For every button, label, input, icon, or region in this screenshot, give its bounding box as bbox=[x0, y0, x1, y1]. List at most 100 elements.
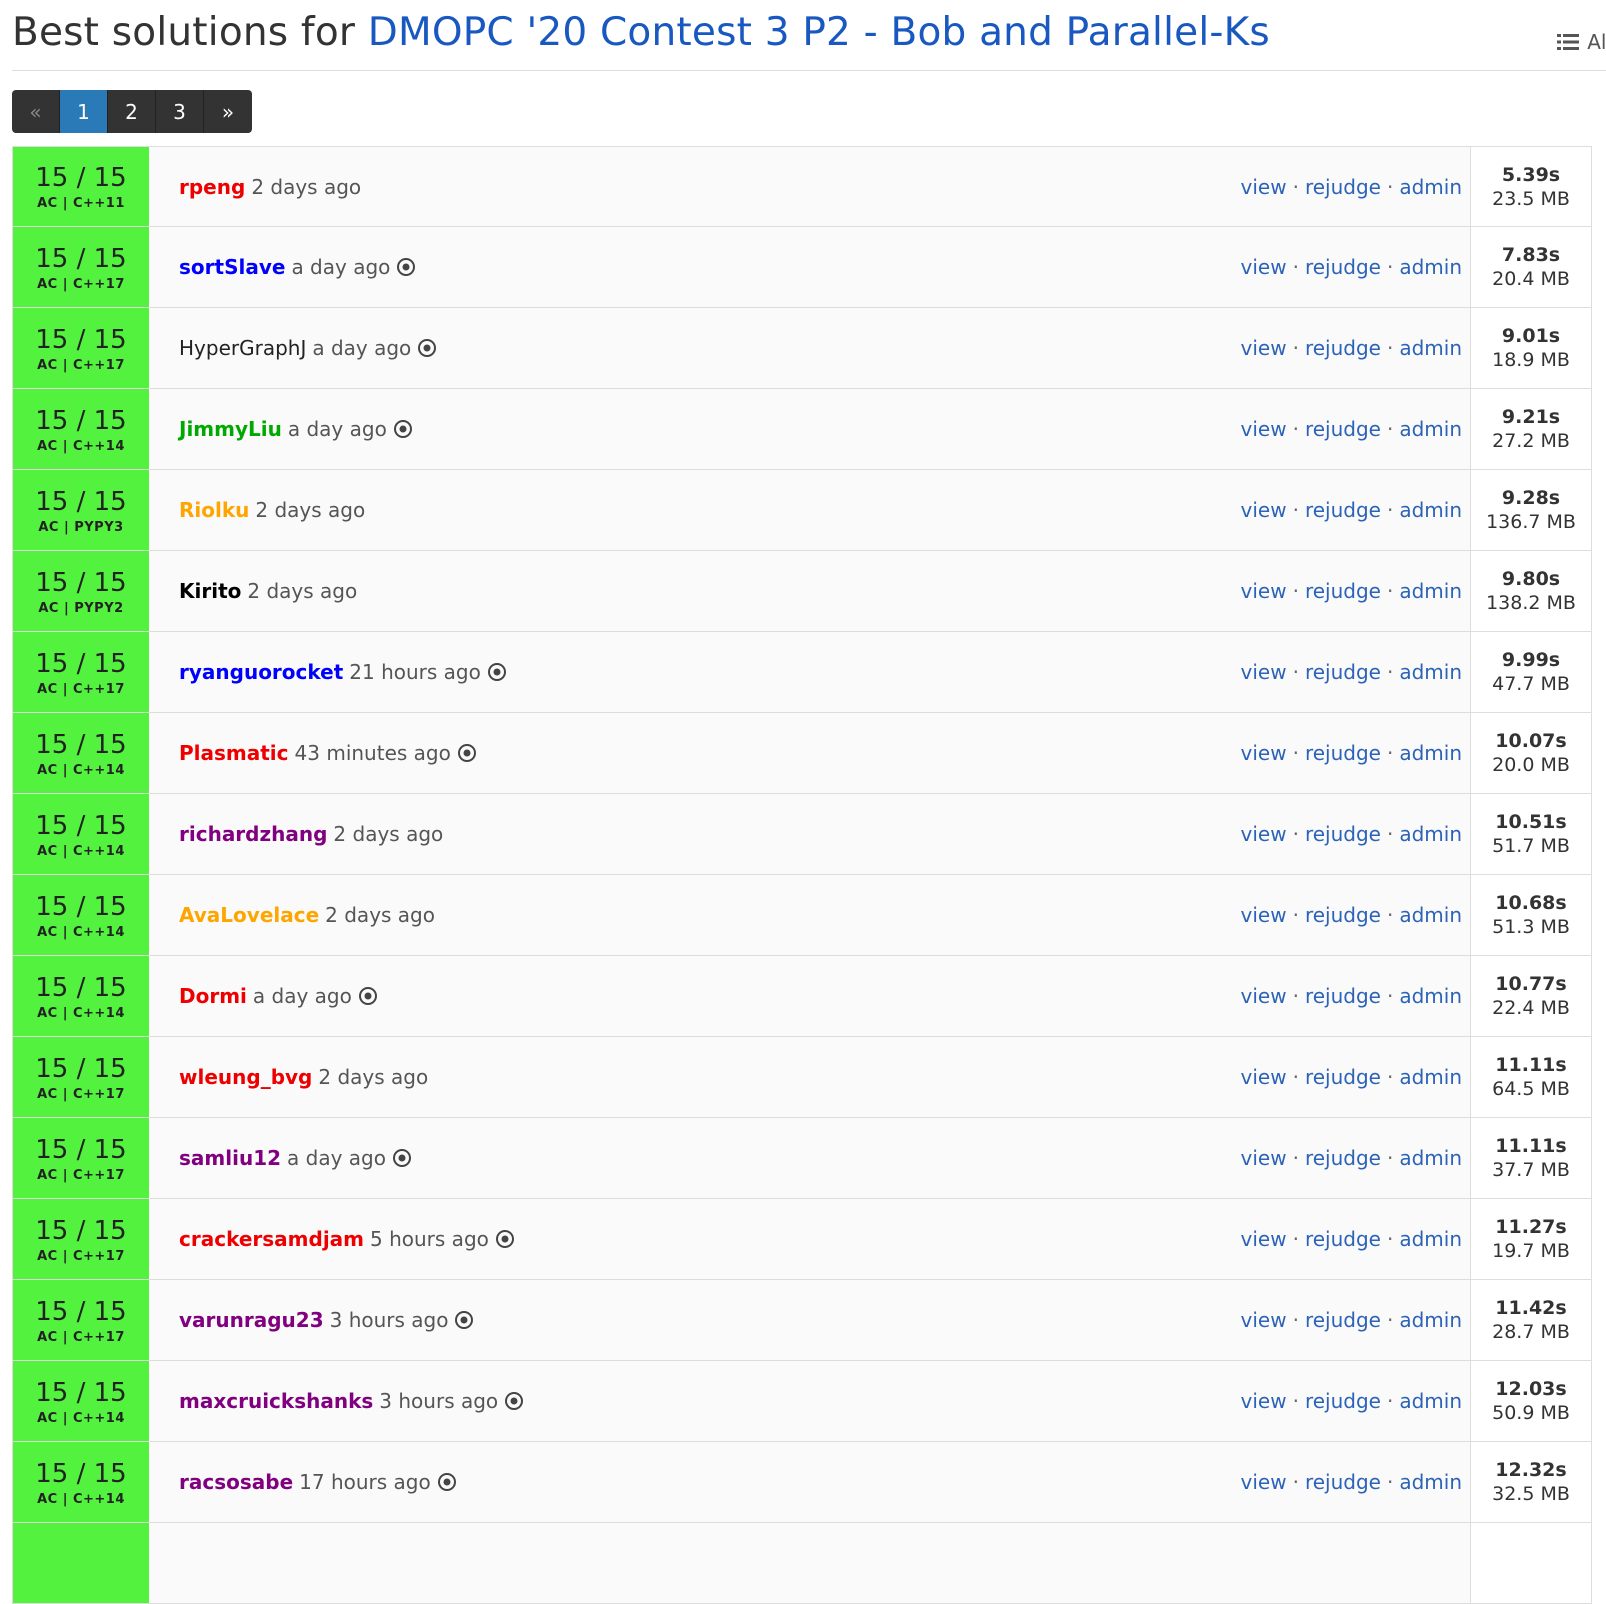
user-link[interactable]: HyperGraphJ bbox=[179, 336, 306, 360]
pagination-prev-button[interactable]: « bbox=[12, 90, 60, 133]
rejudge-link[interactable]: rejudge bbox=[1305, 175, 1381, 199]
execution-time: 9.21s bbox=[1501, 406, 1561, 428]
user-link[interactable]: samliu12 bbox=[179, 1146, 281, 1170]
submission-time: a day ago bbox=[291, 255, 391, 279]
submission-score: 15 / 15 AC | PYPY2 bbox=[13, 551, 149, 631]
view-link[interactable]: view bbox=[1241, 1470, 1287, 1494]
status-language: AC | PYPY3 bbox=[38, 519, 124, 535]
admin-link[interactable]: admin bbox=[1399, 903, 1462, 927]
rejudge-link[interactable]: rejudge bbox=[1305, 417, 1381, 441]
memory-usage: 51.3 MB bbox=[1492, 916, 1570, 938]
admin-link[interactable]: admin bbox=[1399, 741, 1462, 765]
admin-link[interactable]: admin bbox=[1399, 1308, 1462, 1332]
admin-link[interactable]: admin bbox=[1399, 175, 1462, 199]
user-link[interactable]: crackersamdjam bbox=[179, 1227, 364, 1251]
admin-link[interactable]: admin bbox=[1399, 498, 1462, 522]
separator: · bbox=[1386, 1227, 1394, 1251]
separator: · bbox=[1386, 417, 1394, 441]
submission-time: 2 days ago bbox=[251, 174, 362, 199]
memory-usage: 27.2 MB bbox=[1492, 430, 1570, 452]
user-link[interactable]: racsosabe bbox=[179, 1470, 293, 1494]
admin-link[interactable]: admin bbox=[1399, 1065, 1462, 1089]
rejudge-link[interactable]: rejudge bbox=[1305, 498, 1381, 522]
rejudge-link[interactable]: rejudge bbox=[1305, 1227, 1381, 1251]
rejudge-link[interactable]: rejudge bbox=[1305, 1146, 1381, 1170]
pagination-page-1[interactable]: 1 bbox=[60, 90, 108, 133]
user-link[interactable]: ryanguorocket bbox=[179, 660, 343, 684]
rejudge-link[interactable]: rejudge bbox=[1305, 741, 1381, 765]
user-link[interactable]: JimmyLiu bbox=[179, 417, 282, 441]
rejudge-link[interactable]: rejudge bbox=[1305, 255, 1381, 279]
user-link[interactable]: varunragu23 bbox=[179, 1308, 324, 1332]
admin-link[interactable]: admin bbox=[1399, 579, 1462, 603]
view-link[interactable]: view bbox=[1241, 1227, 1287, 1251]
user-link[interactable]: Dormi bbox=[179, 984, 247, 1008]
rejudge-link[interactable]: rejudge bbox=[1305, 1065, 1381, 1089]
view-link[interactable]: view bbox=[1241, 822, 1287, 846]
user-link[interactable]: sortSlave bbox=[179, 255, 285, 279]
view-link[interactable]: view bbox=[1241, 741, 1287, 765]
rejudge-link[interactable]: rejudge bbox=[1305, 1389, 1381, 1413]
rejudge-link[interactable]: rejudge bbox=[1305, 1308, 1381, 1332]
memory-usage: 20.0 MB bbox=[1492, 754, 1570, 776]
view-link[interactable]: view bbox=[1241, 1389, 1287, 1413]
admin-link[interactable]: admin bbox=[1399, 417, 1462, 441]
problem-link[interactable]: DMOPC '20 Contest 3 P2 - Bob and Paralle… bbox=[368, 10, 1270, 55]
user-link[interactable]: Riolku bbox=[179, 498, 249, 522]
rejudge-link[interactable]: rejudge bbox=[1305, 903, 1381, 927]
admin-link[interactable]: admin bbox=[1399, 1227, 1462, 1251]
submission-actions: view · rejudge · admin bbox=[1241, 1037, 1462, 1117]
rejudge-link[interactable]: rejudge bbox=[1305, 984, 1381, 1008]
rejudge-link[interactable]: rejudge bbox=[1305, 1470, 1381, 1494]
rejudge-link[interactable]: rejudge bbox=[1305, 660, 1381, 684]
submission-row-partial bbox=[12, 1523, 1592, 1604]
user-link[interactable]: Kirito bbox=[179, 579, 241, 603]
submission-row: 15 / 15 AC | C++14 JimmyLiu a day ago view · r… bbox=[12, 389, 1592, 470]
view-link[interactable]: view bbox=[1241, 903, 1287, 927]
view-link[interactable]: view bbox=[1241, 579, 1287, 603]
separator: · bbox=[1292, 255, 1299, 279]
user-link[interactable]: richardzhang bbox=[179, 822, 327, 846]
user-link[interactable]: maxcruickshanks bbox=[179, 1389, 373, 1413]
view-link[interactable]: view bbox=[1241, 417, 1287, 441]
admin-link[interactable]: admin bbox=[1399, 255, 1462, 279]
admin-link[interactable]: admin bbox=[1399, 984, 1462, 1008]
user-link[interactable]: wleung_bvg bbox=[179, 1065, 312, 1089]
admin-link[interactable]: admin bbox=[1399, 1389, 1462, 1413]
eye-icon bbox=[504, 1391, 524, 1411]
view-link[interactable]: view bbox=[1241, 498, 1287, 522]
view-link[interactable]: view bbox=[1241, 1146, 1287, 1170]
execution-time: 10.51s bbox=[1495, 811, 1567, 833]
submission-row: 15 / 15 AC | C++17 crackersamdjam 5 hours a… bbox=[12, 1199, 1592, 1280]
submission-row: 15 / 15 AC | C++17 HyperGraphJ a day ago vie… bbox=[12, 308, 1592, 389]
submission-actions: view · rejudge · admin bbox=[1241, 308, 1462, 388]
eye-icon bbox=[437, 1472, 457, 1492]
view-link[interactable]: view bbox=[1241, 175, 1287, 199]
rejudge-link[interactable]: rejudge bbox=[1305, 579, 1381, 603]
rejudge-link[interactable]: rejudge bbox=[1305, 822, 1381, 846]
admin-link[interactable]: admin bbox=[1399, 336, 1462, 360]
view-link[interactable]: view bbox=[1241, 660, 1287, 684]
user-link[interactable]: AvaLovelace bbox=[179, 903, 319, 927]
view-link[interactable]: view bbox=[1241, 336, 1287, 360]
admin-link[interactable]: admin bbox=[1399, 822, 1462, 846]
user-link[interactable]: rpeng bbox=[179, 175, 245, 199]
pagination-page-2[interactable]: 2 bbox=[108, 90, 156, 133]
view-link[interactable]: view bbox=[1241, 984, 1287, 1008]
pagination-page-3[interactable]: 3 bbox=[156, 90, 204, 133]
eye-icon bbox=[417, 338, 437, 358]
admin-link[interactable]: admin bbox=[1399, 1470, 1462, 1494]
rejudge-link[interactable]: rejudge bbox=[1305, 336, 1381, 360]
view-link[interactable]: view bbox=[1241, 1308, 1287, 1332]
submission-row: 15 / 15 AC | C++14 maxcruickshanks 3 hours … bbox=[12, 1361, 1592, 1442]
view-link[interactable]: view bbox=[1241, 1065, 1287, 1089]
view-link[interactable]: view bbox=[1241, 255, 1287, 279]
all-submissions-link[interactable]: All bbox=[1557, 30, 1606, 54]
admin-link[interactable]: admin bbox=[1399, 660, 1462, 684]
status-language: AC | C++17 bbox=[37, 681, 125, 697]
admin-link[interactable]: admin bbox=[1399, 1146, 1462, 1170]
user-link[interactable]: Plasmatic bbox=[179, 741, 289, 765]
pagination-next-button[interactable]: » bbox=[204, 90, 252, 133]
execution-time: 9.28s bbox=[1501, 487, 1561, 509]
submission-row: 15 / 15 AC | C++17 ryanguorocket 21 hours a… bbox=[12, 632, 1592, 713]
